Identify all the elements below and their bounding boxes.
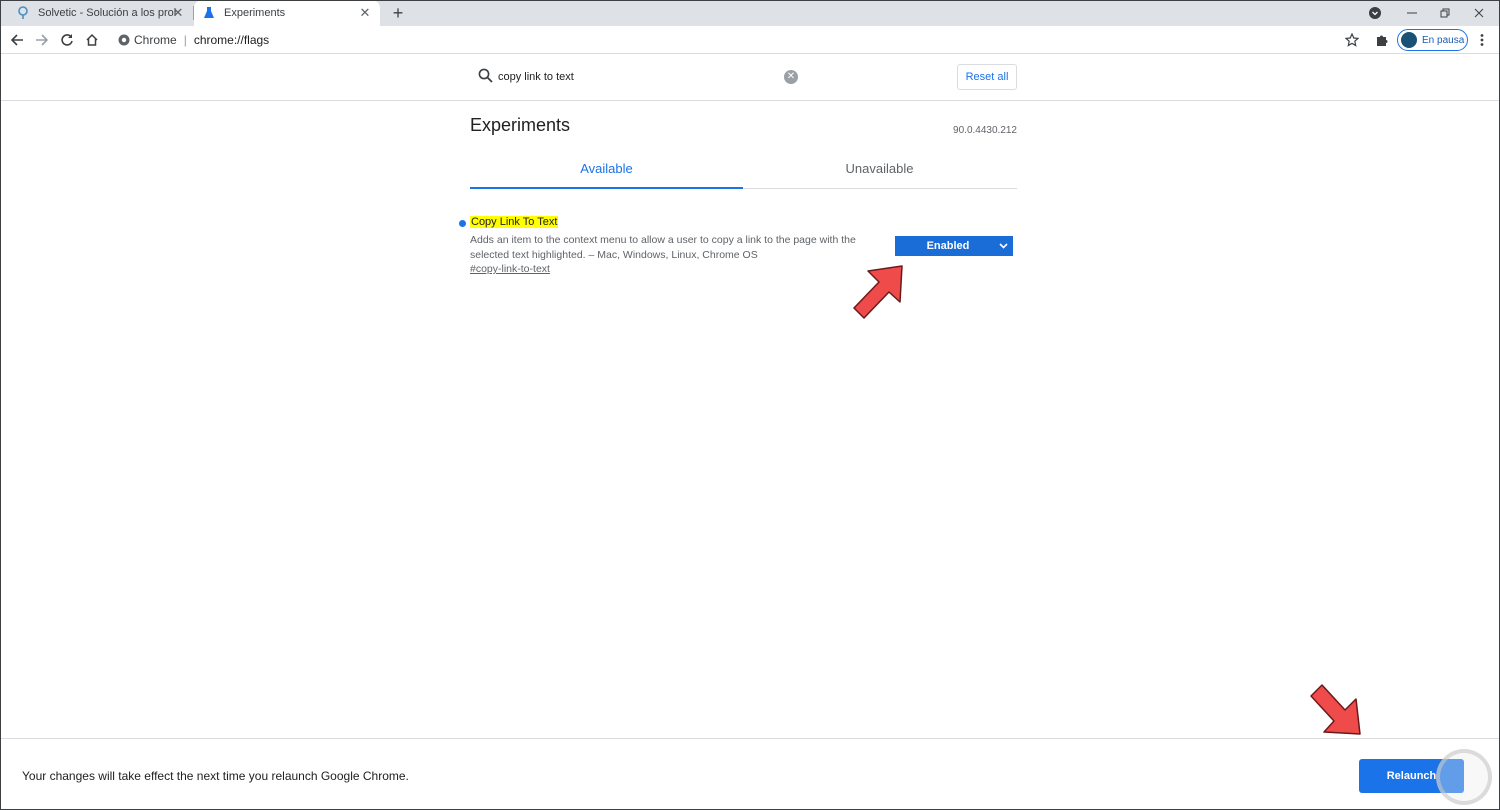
home-button[interactable] <box>82 30 102 50</box>
relaunch-message: Your changes will take effect the next t… <box>22 769 409 783</box>
search-input[interactable] <box>498 68 778 86</box>
flags-search-bar: ✕ Reset all <box>0 55 1500 101</box>
more-vert-icon <box>1480 34 1484 46</box>
annotation-arrow-icon <box>853 265 903 319</box>
flag-state-value: Enabled <box>926 240 970 252</box>
search-icon <box>478 68 493 83</box>
new-tab-button[interactable]: + <box>388 3 408 23</box>
chevron-down-icon <box>993 243 1013 249</box>
close-icon[interactable]: ✕ <box>358 6 372 20</box>
tab-solvetic[interactable]: Solvetic - Solución a los problem ✕ <box>8 0 193 26</box>
reload-icon <box>61 34 73 46</box>
restore-icon <box>1440 8 1450 18</box>
tab-title: Solvetic - Solución a los problem <box>38 7 176 19</box>
bookmark-button[interactable] <box>1342 30 1362 50</box>
arrow-left-icon <box>10 34 23 46</box>
minimize-icon <box>1407 12 1417 14</box>
browser-toolbar: Chrome | chrome://flags En pausa <box>0 26 1500 54</box>
tab-strip: Solvetic - Solución a los problem ✕ Expe… <box>0 0 1500 26</box>
flag-state-select[interactable]: Enabled <box>895 236 1013 256</box>
tab-available[interactable]: Available <box>470 150 743 189</box>
modified-indicator <box>459 220 466 227</box>
close-icon <box>1474 8 1484 18</box>
tab-unavailable[interactable]: Unavailable <box>743 150 1016 188</box>
arrow-right-icon <box>36 34 49 46</box>
reset-all-button[interactable]: Reset all <box>957 64 1017 90</box>
minimize-button[interactable] <box>1395 0 1429 26</box>
window-close-button[interactable] <box>1462 0 1496 26</box>
flag-permalink[interactable]: #copy-link-to-text <box>470 263 550 275</box>
omnibox-divider: | <box>183 33 187 47</box>
flask-icon <box>202 6 216 20</box>
avatar <box>1401 32 1417 48</box>
close-icon[interactable]: ✕ <box>171 6 185 20</box>
flag-name: Copy Link To Text <box>470 216 559 228</box>
restore-button[interactable] <box>1428 0 1462 26</box>
chrome-icon <box>118 34 130 46</box>
profile-button[interactable]: En pausa <box>1397 29 1468 51</box>
clear-icon[interactable]: ✕ <box>784 70 798 84</box>
puzzle-icon <box>1377 35 1388 46</box>
reload-button[interactable] <box>57 30 77 50</box>
tab-title: Experiments <box>224 7 286 19</box>
menu-button[interactable] <box>1472 30 1492 50</box>
annotation-arrow-icon <box>1310 684 1361 735</box>
omnibox[interactable]: Chrome | chrome://flags <box>112 29 1332 51</box>
watermark-logo-icon <box>1436 749 1492 805</box>
flag-description: Adds an item to the context menu to allo… <box>470 234 856 261</box>
version-label: 90.0.4430.212 <box>953 125 1017 136</box>
extensions-button[interactable] <box>1372 30 1392 50</box>
page-title: Experiments <box>470 115 571 135</box>
chevron-down-icon <box>1369 7 1381 19</box>
forward-button[interactable] <box>32 30 52 50</box>
profile-status: En pausa <box>1422 34 1465 46</box>
home-icon <box>86 33 98 46</box>
solvetic-favicon <box>16 6 30 20</box>
flags-tabbar: Available Unavailable <box>470 150 1017 189</box>
star-icon <box>1345 33 1359 47</box>
tab-experiments[interactable]: Experiments ✕ <box>194 0 380 26</box>
back-button[interactable] <box>7 30 27 50</box>
tab-search-button[interactable] <box>1358 0 1392 26</box>
omnibox-scheme-label: Chrome <box>134 33 177 47</box>
relaunch-footer: Your changes will take effect the next t… <box>0 738 1500 810</box>
omnibox-url[interactable]: chrome://flags <box>194 33 269 47</box>
window-frame <box>0 0 1500 810</box>
